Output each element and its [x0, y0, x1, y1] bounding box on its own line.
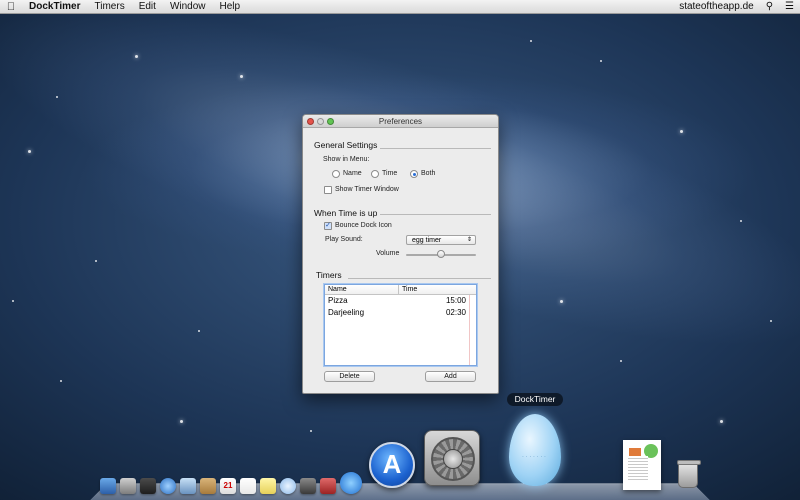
- sound-popup[interactable]: egg timer ⇕: [406, 235, 476, 245]
- itunes-icon[interactable]: [340, 472, 362, 494]
- messages-icon[interactable]: [280, 478, 296, 494]
- gear-hub: [443, 449, 463, 469]
- radio-time[interactable]: [371, 170, 379, 178]
- notes-icon[interactable]: [260, 478, 276, 494]
- delete-button[interactable]: Delete: [324, 371, 375, 382]
- star: [198, 330, 200, 332]
- table-row[interactable]: Pizza 15:00: [325, 295, 476, 307]
- radio-both-label[interactable]: Both: [421, 170, 435, 177]
- add-button[interactable]: Add: [425, 371, 476, 382]
- star: [560, 300, 563, 303]
- close-button[interactable]: [307, 118, 314, 125]
- star: [28, 150, 31, 153]
- contacts-icon[interactable]: [200, 478, 216, 494]
- star: [12, 300, 14, 302]
- document-icon[interactable]: [623, 440, 661, 490]
- menubar-status-label[interactable]: stateoftheapp.de: [673, 1, 760, 12]
- menu-timers[interactable]: Timers: [88, 0, 132, 14]
- general-settings-title: General Settings: [314, 140, 378, 150]
- when-time-up-title: When Time is up: [314, 208, 378, 218]
- safari-icon[interactable]: [160, 478, 176, 494]
- dock-tooltip: DockTimer: [507, 393, 563, 406]
- timer-name-cell: Darjeeling: [328, 308, 365, 317]
- window-controls: [307, 118, 337, 125]
- show-in-menu-label: Show in Menu:: [323, 156, 370, 163]
- star: [530, 40, 532, 42]
- star: [240, 75, 243, 78]
- app-menu[interactable]: DockTimer: [22, 0, 88, 14]
- table-header: Name Time: [325, 285, 476, 295]
- volume-slider-knob[interactable]: [437, 250, 445, 258]
- star: [135, 55, 138, 58]
- show-timer-window-label[interactable]: Show Timer Window: [335, 186, 399, 193]
- star: [95, 260, 97, 262]
- timer-time-cell: 02:30: [445, 308, 466, 317]
- spotlight-search-icon[interactable]: ⚲: [760, 1, 779, 12]
- star: [720, 420, 723, 423]
- star: [600, 60, 602, 62]
- menu-bar:  DockTimer Timers Edit Window Help stat…: [0, 0, 800, 14]
- apple-menu-icon[interactable]: : [0, 1, 22, 13]
- column-header-time[interactable]: Time: [399, 285, 476, 294]
- volume-label: Volume: [376, 250, 400, 257]
- minimize-button[interactable]: [317, 118, 324, 125]
- finder-icon[interactable]: [100, 478, 116, 494]
- star: [310, 430, 312, 432]
- star: [740, 220, 742, 222]
- section-divider: [348, 278, 491, 279]
- popup-arrows-icon: ⇕: [466, 237, 472, 243]
- launchpad-icon[interactable]: [120, 478, 136, 494]
- sound-popup-value: egg timer: [412, 237, 442, 244]
- section-divider: [380, 148, 491, 149]
- menu-window[interactable]: Window: [163, 0, 213, 14]
- document-thumbnail: [629, 448, 641, 456]
- column-header-name[interactable]: Name: [325, 285, 399, 294]
- menu-extras: stateoftheapp.de ⚲ ☰: [673, 1, 800, 12]
- menu-help[interactable]: Help: [213, 0, 248, 14]
- app-store-icon[interactable]: A: [369, 442, 415, 488]
- star: [620, 360, 622, 362]
- egg-dial-ticks: ·······: [522, 454, 548, 460]
- bounce-dock-icon-checkbox[interactable]: ✓: [324, 222, 332, 230]
- timer-name-cell: Pizza: [328, 296, 348, 305]
- window-titlebar[interactable]: Preferences: [303, 115, 498, 128]
- document-text-lines: [628, 456, 648, 482]
- reminders-icon[interactable]: [240, 478, 256, 494]
- notification-list-icon[interactable]: ☰: [779, 1, 800, 12]
- zoom-button[interactable]: [327, 118, 334, 125]
- star: [60, 380, 62, 382]
- play-sound-label: Play Sound:: [325, 236, 363, 243]
- trash-icon[interactable]: [677, 460, 701, 488]
- radio-time-label[interactable]: Time: [382, 170, 397, 177]
- section-divider: [380, 214, 491, 215]
- bounce-dock-icon-label[interactable]: Bounce Dock Icon: [335, 222, 392, 229]
- radio-name[interactable]: [332, 170, 340, 178]
- facetime-icon[interactable]: [300, 478, 316, 494]
- timers-title: Timers: [316, 270, 342, 280]
- star: [680, 130, 683, 133]
- calendar-icon[interactable]: 21: [220, 478, 236, 494]
- table-row[interactable]: Darjeeling 02:30: [325, 307, 476, 319]
- star: [56, 96, 58, 98]
- show-timer-window-checkbox[interactable]: [324, 186, 332, 194]
- mail-icon[interactable]: [180, 478, 196, 494]
- star: [180, 420, 183, 423]
- menu-edit[interactable]: Edit: [132, 0, 163, 14]
- photo-booth-icon[interactable]: [320, 478, 336, 494]
- radio-both[interactable]: [410, 170, 418, 178]
- mission-control-icon[interactable]: [140, 478, 156, 494]
- table-edge-line: [469, 295, 470, 365]
- timers-table[interactable]: Name Time Pizza 15:00 Darjeeling 02:30: [324, 284, 477, 366]
- star: [770, 320, 772, 322]
- radio-name-label[interactable]: Name: [343, 170, 362, 177]
- system-preferences-icon[interactable]: [424, 430, 480, 486]
- window-title: Preferences: [378, 117, 423, 126]
- timer-time-cell: 15:00: [445, 296, 466, 305]
